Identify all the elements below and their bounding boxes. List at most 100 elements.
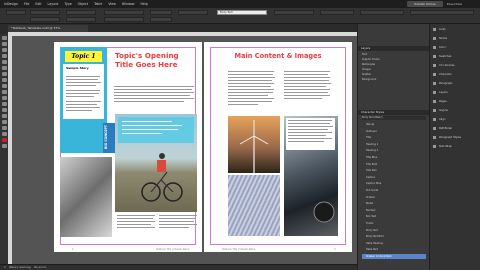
- selection-tool-icon[interactable]: [1, 36, 7, 40]
- pencil-tool-icon[interactable]: [1, 78, 7, 82]
- character-style-row[interactable]: [None]: [362, 122, 426, 127]
- right-text-column-2[interactable]: [284, 71, 332, 113]
- character-style-row[interactable]: Body Text Bold: [362, 234, 426, 239]
- character-style-row[interactable]: Table Heading: [362, 241, 426, 246]
- menu-window[interactable]: Window: [122, 2, 135, 6]
- character-style-row[interactable]: Footer: [362, 221, 426, 226]
- menu-layout[interactable]: Layout: [48, 2, 59, 6]
- character-style-row[interactable]: Title Blue: [362, 155, 426, 160]
- bike-detail-image[interactable]: [60, 157, 112, 237]
- zoom-tool-icon[interactable]: [1, 132, 7, 136]
- character-style-row[interactable]: Title Bold: [362, 162, 426, 167]
- character-style-row[interactable]: Body Text: [362, 228, 426, 233]
- rectangle-frame-tool-icon[interactable]: [1, 84, 7, 88]
- column-fields[interactable]: [410, 10, 474, 15]
- character-styles-panel-header[interactable]: Character Styles: [358, 110, 430, 115]
- layer-row[interactable]: Rectangles: [362, 63, 426, 67]
- character-style-row[interactable]: Title: [362, 135, 426, 140]
- layer-row[interactable]: Images: [362, 68, 426, 72]
- character-style-row[interactable]: Title Red: [362, 168, 426, 173]
- character-style-row[interactable]: Box Text: [362, 214, 426, 219]
- y-position-field[interactable]: [30, 17, 60, 22]
- menu-object[interactable]: Object: [78, 2, 88, 6]
- menu-file[interactable]: File: [24, 2, 29, 6]
- character-style-row[interactable]: Caption Blue: [362, 181, 426, 186]
- publish-online-button[interactable]: Publish Online: [407, 1, 443, 7]
- layer-row[interactable]: Background: [362, 78, 426, 82]
- font-size-field[interactable]: [150, 10, 172, 15]
- menu-edit[interactable]: Edit: [35, 2, 41, 6]
- menu-app[interactable]: InDesign: [4, 2, 18, 6]
- layer-row[interactable]: Graphic Frame: [362, 58, 426, 62]
- dock-item[interactable]: Character: [433, 72, 479, 78]
- right-text-column-1[interactable]: [228, 71, 276, 113]
- direct-selection-tool-icon[interactable]: [1, 42, 7, 46]
- line-tool-icon[interactable]: [1, 66, 7, 70]
- dock-item[interactable]: Stroke: [433, 36, 479, 42]
- character-style-row[interactable]: Heading 1: [362, 142, 426, 147]
- sidebar-text-frame[interactable]: [63, 64, 104, 119]
- big-concept-label[interactable]: BIG CONCEPT: [103, 123, 115, 153]
- dock-item[interactable]: Paragraph Styles: [433, 135, 479, 141]
- free-transform-tool-icon[interactable]: [1, 102, 7, 106]
- baseline-grid-buttons[interactable]: [360, 10, 404, 15]
- x-position-field[interactable]: [30, 10, 60, 15]
- document-tab[interactable]: *Textbook_Template.indd @ 37%: [8, 25, 88, 32]
- character-style-row[interactable]: Sidebar Content Bold: [362, 254, 426, 259]
- character-style-row[interactable]: Sidebar: [362, 195, 426, 200]
- dock-item[interactable]: Layers: [433, 90, 479, 96]
- character-style-row[interactable]: Pull Quote: [362, 188, 426, 193]
- character-style-row[interactable]: Caption: [362, 175, 426, 180]
- paragraph-style-dropdown[interactable]: Body Text: [217, 10, 267, 15]
- topic-label[interactable]: Topic 1: [65, 51, 102, 62]
- wind-turbine-image[interactable]: [228, 116, 280, 173]
- height-field[interactable]: [66, 17, 96, 22]
- hand-tool-icon[interactable]: [1, 126, 7, 130]
- dock-item[interactable]: Pathfinder: [433, 126, 479, 132]
- spacing-fields[interactable]: [320, 10, 354, 15]
- eyedropper-tool-icon[interactable]: [1, 120, 7, 124]
- page-tool-icon[interactable]: [1, 48, 7, 52]
- width-field[interactable]: [66, 10, 96, 15]
- type-tool-icon[interactable]: [1, 60, 7, 64]
- indent-fields[interactable]: [274, 10, 314, 15]
- dock-item[interactable]: CC Libraries: [433, 63, 479, 69]
- screen-mode-icon[interactable]: [1, 144, 7, 148]
- menu-table[interactable]: Table: [94, 2, 102, 6]
- left-body-text-frame[interactable]: [117, 213, 197, 241]
- character-style-row[interactable]: Bullet: [362, 201, 426, 206]
- photo-caption-box[interactable]: [118, 117, 194, 143]
- menu-help[interactable]: Help: [140, 2, 147, 6]
- menu-view[interactable]: View: [108, 2, 116, 6]
- dock-item[interactable]: Glyphs: [433, 108, 479, 114]
- solar-panel-image[interactable]: [228, 175, 280, 236]
- preflight-profile[interactable]: [Basic] (working): [9, 266, 31, 269]
- dock-item[interactable]: Links: [433, 27, 479, 33]
- note-tool-icon[interactable]: [1, 114, 7, 118]
- dock-item[interactable]: Text Wrap: [433, 144, 479, 150]
- gap-tool-icon[interactable]: [1, 54, 7, 58]
- layer-row[interactable]: Sidebar: [362, 73, 426, 77]
- intro-text-frame[interactable]: [114, 86, 196, 110]
- pen-tool-icon[interactable]: [1, 72, 7, 76]
- fill-stroke-swatch-icon[interactable]: [1, 138, 7, 142]
- opening-title[interactable]: Topic's Opening Title Goes Here: [115, 51, 195, 69]
- menu-type[interactable]: Type: [64, 2, 71, 6]
- scissors-tool-icon[interactable]: [1, 96, 7, 100]
- dock-item[interactable]: Swatches: [433, 54, 479, 60]
- dock-item[interactable]: Pages: [433, 99, 479, 105]
- character-style-row[interactable]: Heading 2: [362, 148, 426, 153]
- character-style-row[interactable]: Number: [362, 208, 426, 213]
- layer-row[interactable]: Text: [362, 53, 426, 57]
- font-style-field[interactable]: [104, 17, 144, 22]
- rectangle-tool-icon[interactable]: [1, 90, 7, 94]
- gradient-tool-icon[interactable]: [1, 108, 7, 112]
- character-style-row[interactable]: Subhead: [362, 129, 426, 134]
- reference-point-control[interactable]: [6, 10, 26, 15]
- character-style-row[interactable]: Table Text: [362, 247, 426, 252]
- workspace-switcher[interactable]: Essentials: [447, 1, 477, 7]
- page-number-field[interactable]: 2: [4, 266, 6, 269]
- leading-field[interactable]: [150, 17, 172, 22]
- right-page-title[interactable]: Main Content & Images: [218, 52, 338, 60]
- dock-item[interactable]: Color: [433, 45, 479, 51]
